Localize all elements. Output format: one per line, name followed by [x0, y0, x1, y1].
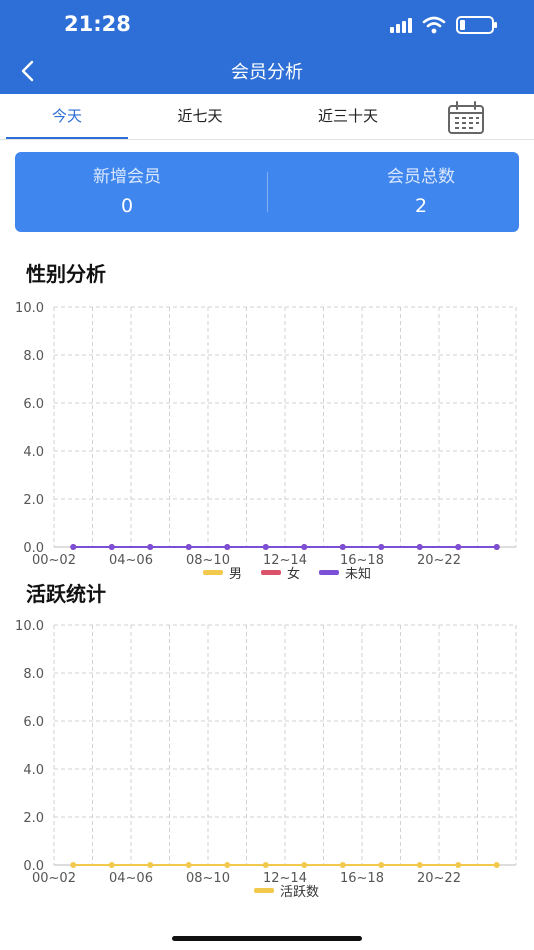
- gender-line-chart: 0.02.04.06.08.010.000~02 04~06 08~10 12~14 1…: [15, 301, 517, 582]
- total-members-label: 会员总数: [387, 167, 455, 187]
- legend-label: 女: [287, 566, 300, 582]
- y-tick-label: 6.0: [23, 397, 44, 412]
- x-tick-label: 00~02: [32, 871, 76, 886]
- data-point: [455, 544, 462, 550]
- y-tick-label: 2.0: [23, 811, 44, 826]
- legend-swatch: [254, 888, 274, 893]
- data-point: [70, 862, 77, 868]
- data-point: [108, 544, 115, 550]
- x-tick-label: 04~06: [109, 553, 153, 568]
- new-members-label: 新增会员: [93, 167, 161, 187]
- data-point: [416, 862, 423, 868]
- x-tick-label: 20~22: [417, 553, 461, 568]
- activity-section-title: 活跃统计: [26, 582, 106, 606]
- data-point: [301, 862, 308, 868]
- data-point: [224, 544, 231, 550]
- new-members-value: 0: [120, 195, 134, 217]
- x-tick-label: 00~02: [32, 553, 76, 568]
- data-point: [378, 862, 385, 868]
- legend-label: 活跃数: [280, 885, 319, 900]
- y-tick-label: 8.0: [23, 667, 44, 682]
- data-point: [224, 862, 231, 868]
- wifi-icon: [422, 16, 446, 34]
- status-time: 21:28: [64, 12, 131, 36]
- data-point: [416, 544, 423, 550]
- data-point: [493, 544, 500, 550]
- data-point: [455, 862, 462, 868]
- data-point: [147, 544, 154, 550]
- y-tick-label: 6.0: [23, 715, 44, 730]
- x-tick-label: 08~10: [186, 553, 230, 568]
- y-tick-label: 10.0: [15, 301, 44, 316]
- y-tick-label: 2.0: [23, 493, 44, 508]
- x-tick-label: 20~22: [417, 871, 461, 886]
- calendar-icon[interactable]: [446, 101, 486, 135]
- x-tick-label: 12~14: [263, 871, 307, 886]
- status-icons: [390, 14, 497, 36]
- y-tick-label: 4.0: [23, 445, 44, 460]
- legend-label: 未知: [345, 566, 371, 582]
- data-point: [185, 862, 192, 868]
- x-tick-label: 08~10: [186, 871, 230, 886]
- data-point: [301, 544, 308, 550]
- legend-swatch: [261, 570, 281, 575]
- stats-divider: [267, 172, 268, 212]
- x-tick-label: 04~06: [109, 871, 153, 886]
- legend-swatch: [203, 570, 223, 575]
- tab-last-7-days[interactable]: 近七天: [140, 94, 260, 139]
- y-tick-label: 4.0: [23, 763, 44, 778]
- tab-today[interactable]: 今天: [6, 94, 128, 139]
- tab-last-30-days[interactable]: 近三十天: [274, 94, 422, 139]
- tab-bar: 今天 近七天 近三十天: [0, 94, 534, 140]
- data-point: [70, 544, 77, 550]
- data-point: [108, 862, 115, 868]
- y-tick-label: 10.0: [15, 619, 44, 634]
- gender-section-title: 性别分析: [26, 262, 106, 286]
- total-members-value: 2: [414, 195, 428, 217]
- total-members-stat: 会员总数 2: [321, 162, 521, 217]
- data-point: [262, 862, 269, 868]
- data-point: [262, 544, 269, 550]
- page-title: 会员分析: [231, 62, 303, 83]
- data-point: [147, 862, 154, 868]
- header: 21:28 会员分析: [0, 0, 534, 94]
- signal-icon: [390, 17, 412, 33]
- data-point: [185, 544, 192, 550]
- new-members-stat: 新增会员 0: [27, 162, 227, 217]
- data-point: [339, 862, 346, 868]
- data-point: [493, 862, 500, 868]
- legend-swatch: [319, 570, 339, 575]
- data-point: [339, 544, 346, 550]
- data-point: [378, 544, 385, 550]
- battery-icon: [456, 16, 497, 34]
- activity-line-chart: 0.02.04.06.08.010.000~02 04~06 08~10 12~14 1…: [15, 619, 517, 900]
- x-tick-label: 12~14: [263, 553, 307, 568]
- x-tick-label: 16~18: [340, 871, 384, 886]
- x-tick-label: 16~18: [340, 553, 384, 568]
- home-indicator: [172, 936, 362, 941]
- member-stats-card: 新增会员 0 会员总数 2: [15, 152, 519, 232]
- legend-label: 男: [229, 567, 242, 582]
- y-tick-label: 8.0: [23, 349, 44, 364]
